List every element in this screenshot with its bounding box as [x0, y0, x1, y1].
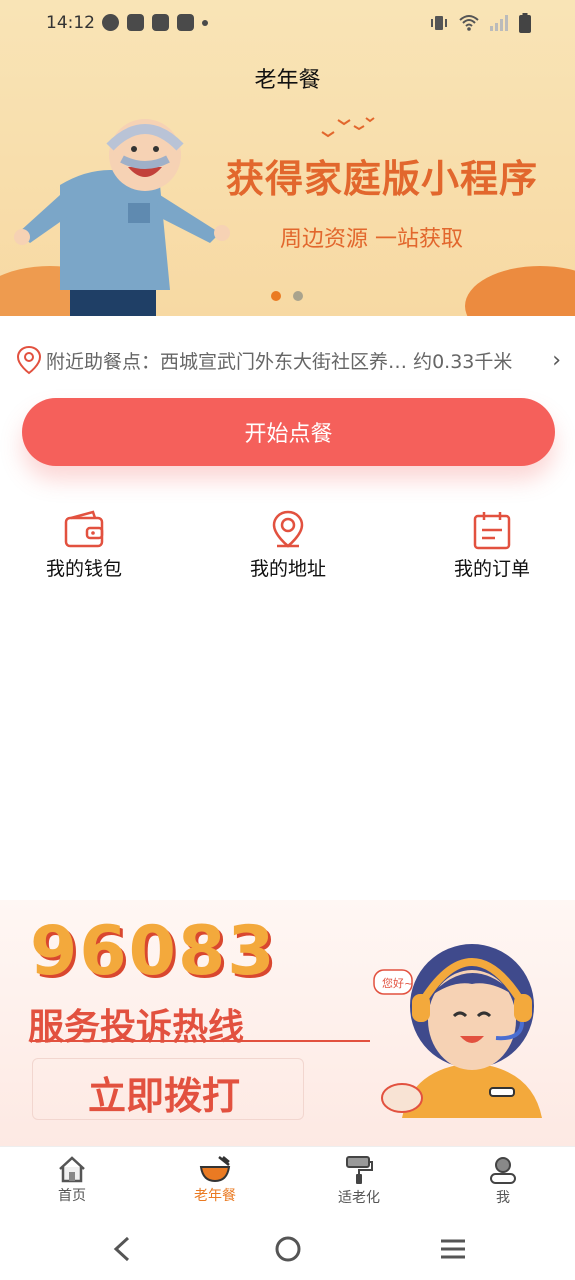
more-notifications-icon — [202, 20, 208, 26]
hotline-title: 服务投诉热线 — [28, 1007, 245, 1048]
page-title: 老年餐 — [254, 68, 321, 93]
tab-aging-friendly-label: 适老化 — [338, 1190, 380, 1206]
customer-service-agent-illustration: 您好~ — [373, 944, 542, 1118]
location-pin-icon — [16, 345, 42, 375]
menu-orders[interactable]: 我的订单 — [422, 510, 562, 581]
vibrate-icon — [431, 16, 447, 30]
start-order-button[interactable]: 开始点餐 — [22, 398, 555, 466]
app-notification-icon — [102, 14, 119, 31]
chevron-right-icon: › — [552, 347, 561, 373]
notification-icons — [102, 14, 208, 31]
back-icon[interactable] — [110, 1234, 134, 1264]
location-name: 西城宣武门外东大街社区养… — [160, 350, 408, 373]
agent-bubble-text: 您好~ — [382, 976, 413, 990]
status-bar: 14:12 — [0, 0, 575, 48]
user-icon — [490, 1157, 516, 1184]
home-icon — [59, 1156, 85, 1183]
paint-roller-icon — [346, 1156, 373, 1184]
status-time: 14:12 — [46, 13, 95, 33]
banner-slogan-main: 获得家庭版小程序 — [226, 157, 539, 201]
tab-me[interactable]: 我 — [458, 1155, 548, 1207]
tab-elderly-meal-label: 老年餐 — [194, 1188, 236, 1204]
hotline-divider — [30, 1040, 370, 1042]
top-banner[interactable]: 14:12 老年餐 获得家庭版小程序 周边资源 一站获取 — [0, 0, 575, 316]
hotline-number: 96083 — [30, 912, 277, 991]
menu-address-label: 我的地址 — [249, 558, 326, 580]
menu-wallet[interactable]: 我的钱包 — [14, 510, 154, 581]
battery-icon — [519, 13, 531, 33]
order-icon — [473, 512, 511, 550]
location-icon — [272, 510, 304, 548]
home-button-icon[interactable] — [273, 1234, 303, 1264]
signal-icon — [490, 15, 508, 31]
call-now-button[interactable]: 立即拨打 — [88, 1065, 240, 1120]
wallet-icon — [64, 510, 104, 548]
recent-apps-icon[interactable] — [438, 1234, 468, 1264]
system-navigation-bar — [0, 1222, 575, 1280]
menu-wallet-label: 我的钱包 — [45, 558, 122, 580]
banner-hill-right — [465, 266, 575, 316]
quick-menu: 我的钱包 我的地址 我的订单 — [0, 510, 575, 590]
elder-illustration — [14, 119, 230, 316]
hotline-banner[interactable]: 96083 服务投诉热线 立即拨打 您好~ — [0, 900, 575, 1146]
tab-me-label: 我 — [496, 1190, 510, 1206]
shop-notification-icon — [177, 14, 194, 31]
wifi-icon — [459, 15, 479, 31]
birds-illustration — [321, 117, 375, 138]
banner-slogan-sub: 周边资源 一站获取 — [280, 227, 463, 252]
tab-aging-friendly[interactable]: 适老化 — [314, 1155, 404, 1207]
bowl-icon — [199, 1156, 231, 1183]
carousel-dot-active — [271, 291, 281, 301]
carousel-dot — [293, 291, 303, 301]
nearby-meal-point[interactable]: 附近助餐点：西城宣武门外东大街社区养… 约0.33千米 › — [16, 342, 561, 378]
menu-address[interactable]: 我的地址 — [218, 510, 358, 581]
tab-elderly-meal[interactable]: 老年餐 — [170, 1155, 260, 1205]
location-label: 附近助餐点： — [46, 350, 161, 373]
carousel-indicator — [271, 291, 303, 301]
menu-orders-label: 我的订单 — [453, 558, 530, 580]
system-icons — [429, 13, 531, 33]
location-distance: 约0.33千米 — [413, 350, 513, 373]
shop-notification-icon — [127, 14, 144, 31]
bottom-tab-bar: 首页 老年餐 适老化 我 — [0, 1146, 575, 1223]
tab-home-label: 首页 — [58, 1188, 86, 1204]
tab-home[interactable]: 首页 — [27, 1155, 117, 1205]
shop-notification-icon — [152, 14, 169, 31]
